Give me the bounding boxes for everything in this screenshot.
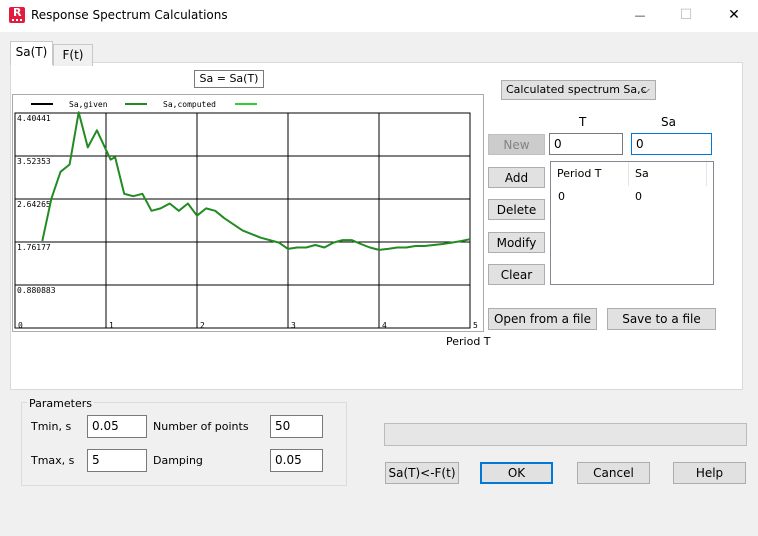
number-of-points-label: Number of points — [153, 420, 249, 433]
spectrum-select-value: Calculated spectrum Sa,c — [506, 83, 647, 96]
progress-bar — [384, 423, 747, 446]
tab-f-t[interactable]: F(t) — [53, 44, 93, 66]
chevron-down-icon: ⌵ — [641, 83, 650, 96]
maximize-icon: ☐ — [679, 7, 693, 23]
tab-sa-t[interactable]: Sa(T) — [10, 41, 53, 65]
y-tick-label: 2.64265 — [17, 200, 51, 209]
maximize-button[interactable]: ☐ — [663, 0, 709, 31]
x-axis-label: Period T — [446, 335, 491, 348]
close-icon: ✕ — [728, 7, 740, 23]
t-input[interactable]: 0 — [549, 133, 623, 155]
modify-button[interactable]: Modify — [488, 232, 545, 253]
sa-input[interactable]: 0 — [631, 133, 712, 155]
minimize-icon: — — [634, 9, 646, 22]
y-tick-label: 0.880883 — [17, 286, 56, 295]
tmin-label: Tmin, s — [31, 420, 72, 433]
parameters-legend: Parameters — [27, 397, 94, 410]
ok-button[interactable]: OK — [480, 462, 553, 484]
table-cell-period: 0 — [558, 190, 565, 203]
y-tick-label: 3.52353 — [17, 157, 51, 166]
sa-column-label: Sa — [661, 115, 676, 129]
x-tick-label: 4 — [382, 321, 387, 330]
number-of-points-input[interactable]: 50 — [270, 415, 323, 438]
chart-title: Sa = Sa(T) — [194, 70, 264, 88]
y-tick-label: 4.40441 — [17, 114, 51, 123]
delete-button[interactable]: Delete — [488, 199, 545, 220]
t-column-label: T — [579, 115, 587, 129]
tmax-label: Tmax, s — [31, 454, 75, 467]
help-button[interactable]: Help — [673, 462, 746, 484]
chart-canvas: 0 1 2 3 4 5 0.880883 1.76177 2.64265 3.52353 4.404… — [14, 100, 478, 330]
x-tick-label: 2 — [200, 321, 205, 330]
plot-frame — [14, 112, 471, 329]
x-tick-label: 1 — [109, 321, 114, 330]
x-tick-label: 3 — [291, 321, 296, 330]
y-tick-label: 1.76177 — [17, 243, 51, 252]
damping-label: Damping — [153, 454, 203, 467]
cancel-button[interactable]: Cancel — [577, 462, 650, 484]
minimize-button[interactable]: — — [617, 0, 663, 31]
tmin-input[interactable]: 0.05 — [87, 415, 147, 438]
add-button[interactable]: Add — [488, 167, 545, 188]
close-button[interactable]: ✕ — [711, 0, 757, 31]
open-from-file-button[interactable]: Open from a file — [488, 308, 597, 330]
clear-button[interactable]: Clear — [488, 264, 545, 285]
legend-label: Sa,computed — [163, 100, 216, 109]
x-tick-label: 5 — [473, 321, 478, 330]
x-tick-label: 0 — [18, 321, 23, 330]
damping-input[interactable]: 0.05 — [270, 449, 323, 472]
spectrum-table[interactable]: Period T Sa 0 0 — [550, 161, 714, 285]
legend-label: Sa,given — [69, 100, 108, 109]
app-logo-icon: R — [9, 6, 25, 23]
spectrum-chart: 0 1 2 3 4 5 0.880883 1.76177 2.64265 3.52353 4.404… — [12, 94, 484, 332]
spectrum-select[interactable]: Calculated spectrum Sa,c ⌵ — [501, 80, 656, 100]
new-button[interactable]: New — [488, 134, 545, 155]
table-header-sa[interactable]: Sa — [629, 162, 707, 186]
tmax-input[interactable]: 5 — [87, 449, 147, 472]
save-to-file-button[interactable]: Save to a file — [607, 308, 716, 330]
table-header-period[interactable]: Period T — [551, 162, 629, 186]
sa-from-ft-button[interactable]: Sa(T)<-F(t) — [385, 462, 459, 484]
window-title: Response Spectrum Calculations — [31, 8, 228, 22]
table-cell-sa: 0 — [635, 190, 642, 203]
